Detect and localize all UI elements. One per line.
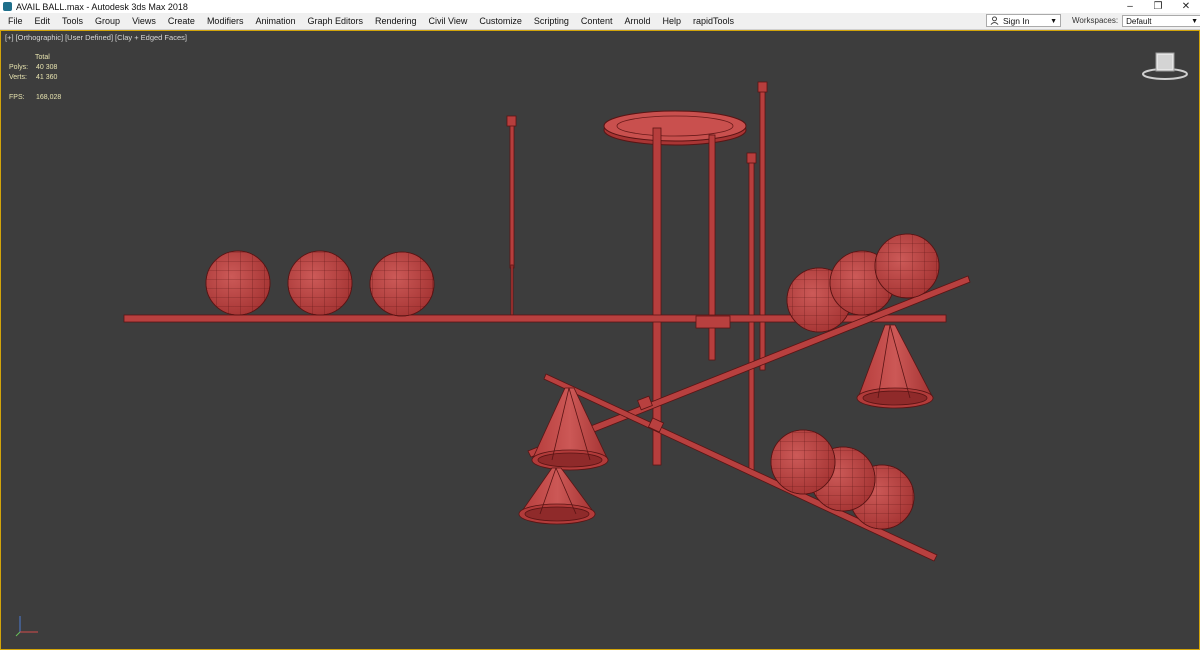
ceiling-canopy (603, 110, 747, 146)
cone-3 (518, 467, 596, 525)
scene-model (123, 81, 971, 562)
cone-1 (856, 324, 934, 409)
sphere-6 (874, 233, 940, 299)
axis-tripod-icon (15, 616, 38, 637)
sphere-1 (205, 250, 271, 316)
sphere-2 (287, 250, 353, 316)
sphere-9 (770, 429, 836, 495)
sphere-3 (369, 251, 435, 317)
